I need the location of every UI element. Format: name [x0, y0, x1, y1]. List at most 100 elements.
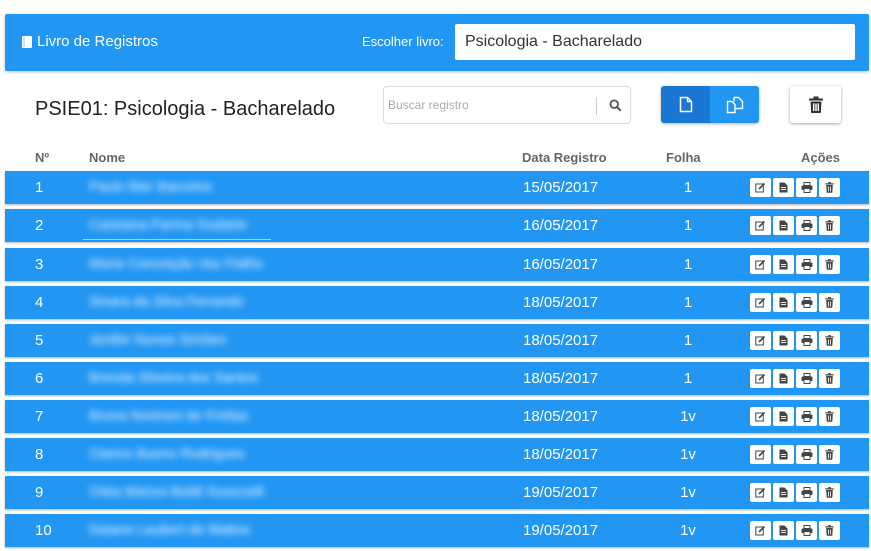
table-row[interactable]: 9 Cleia Mariza Boldt Guazzelli 19/05/201…	[5, 476, 869, 509]
print-button[interactable]	[796, 483, 817, 502]
document-button[interactable]	[773, 407, 794, 426]
delete-row-button[interactable]	[819, 216, 840, 235]
edit-button[interactable]	[750, 483, 771, 502]
row-number: 3	[35, 256, 44, 273]
table-row[interactable]: 4 Sinara da Silva Ferrando 18/05/2017 1	[5, 286, 869, 319]
row-date: 18/05/2017	[523, 408, 599, 425]
table-row[interactable]: 1 Paulo Bier Barcelos 15/05/2017 1	[5, 171, 869, 204]
edit-button[interactable]	[750, 178, 771, 197]
delete-row-button[interactable]	[819, 255, 840, 274]
column-folha[interactable]: Folha	[666, 150, 701, 165]
row-folha: 1	[683, 370, 693, 387]
file-icon	[679, 96, 692, 113]
document-button[interactable]	[773, 445, 794, 464]
delete-row-button[interactable]	[819, 178, 840, 197]
delete-row-button[interactable]	[819, 483, 840, 502]
delete-button[interactable]	[790, 86, 841, 123]
edit-icon	[755, 487, 766, 498]
edit-button[interactable]	[750, 331, 771, 350]
row-folha: 1	[683, 294, 693, 311]
document-button[interactable]	[773, 521, 794, 540]
table-row[interactable]: 3 Maria Conceição Vaz Fialho 16/05/2017 …	[5, 248, 869, 281]
delete-row-button[interactable]	[819, 331, 840, 350]
print-icon	[801, 335, 813, 346]
row-actions	[750, 407, 840, 426]
print-button[interactable]	[796, 445, 817, 464]
brand[interactable]: Livro de Registros	[21, 33, 158, 50]
table-row[interactable]: 8 Clarice Bueno Rodrigues 18/05/2017 1v	[5, 438, 869, 471]
print-icon	[801, 487, 813, 498]
edit-button[interactable]	[750, 407, 771, 426]
row-date: 15/05/2017	[523, 179, 599, 196]
book-select[interactable]: Psicologia - Bacharelado	[455, 24, 855, 60]
delete-row-button[interactable]	[819, 445, 840, 464]
document-button[interactable]	[773, 293, 794, 312]
search-box	[383, 86, 631, 124]
row-name: Maria Conceição Vaz Fialho	[89, 255, 264, 271]
document-icon	[779, 297, 788, 308]
print-button[interactable]	[796, 216, 817, 235]
edit-button[interactable]	[750, 216, 771, 235]
document-icon	[779, 335, 788, 346]
row-folha: 1	[683, 217, 693, 234]
edit-button[interactable]	[750, 293, 771, 312]
print-button[interactable]	[796, 407, 817, 426]
trash-icon	[825, 335, 834, 346]
print-button[interactable]	[796, 331, 817, 350]
print-button[interactable]	[796, 369, 817, 388]
view-single-button[interactable]	[661, 86, 710, 123]
print-icon	[801, 182, 813, 193]
edit-button[interactable]	[750, 521, 771, 540]
print-icon	[801, 297, 813, 308]
edit-button[interactable]	[750, 445, 771, 464]
print-icon	[801, 411, 813, 422]
document-button[interactable]	[773, 369, 794, 388]
print-button[interactable]	[796, 521, 817, 540]
trash-icon	[825, 411, 834, 422]
delete-row-button[interactable]	[819, 407, 840, 426]
edit-icon	[755, 220, 766, 231]
edit-icon	[755, 259, 766, 270]
table-header: Nº Nome Data Registro Folha Ações	[0, 150, 871, 168]
row-name: Daiane Laubert de Mattos	[89, 521, 251, 537]
document-button[interactable]	[773, 216, 794, 235]
search-button[interactable]	[600, 87, 630, 123]
search-input[interactable]	[386, 88, 592, 122]
document-icon	[779, 449, 788, 460]
document-button[interactable]	[773, 483, 794, 502]
trash-icon	[825, 297, 834, 308]
delete-row-button[interactable]	[819, 369, 840, 388]
edit-icon	[755, 297, 766, 308]
delete-row-button[interactable]	[819, 293, 840, 312]
print-button[interactable]	[796, 293, 817, 312]
row-name: Paulo Bier Barcelos	[89, 178, 212, 194]
column-name[interactable]: Nome	[89, 150, 125, 165]
delete-row-button[interactable]	[819, 521, 840, 540]
copy-icon	[726, 96, 743, 113]
table-row[interactable]: 7 Bruna Nostrani de Freitas 18/05/2017 1…	[5, 400, 869, 433]
edit-button[interactable]	[750, 369, 771, 388]
table-row[interactable]: 5 Jenifer Nunes Simões 18/05/2017 1	[5, 324, 869, 357]
page-title: PSIE01: Psicologia - Bacharelado	[35, 98, 336, 120]
brand-title: Livro de Registros	[37, 33, 158, 50]
row-actions	[750, 521, 840, 540]
table-row[interactable]: 10 Daiane Laubert de Mattos 19/05/2017 1…	[5, 514, 869, 547]
row-date: 18/05/2017	[523, 294, 599, 311]
document-button[interactable]	[773, 255, 794, 274]
table-row[interactable]: 2 Cassiana Parma Godarte 16/05/2017 1	[5, 209, 869, 242]
column-date[interactable]: Data Registro	[522, 150, 607, 165]
document-icon	[779, 373, 788, 384]
document-icon	[779, 525, 788, 536]
document-button[interactable]	[773, 331, 794, 350]
view-multi-button[interactable]	[710, 86, 759, 123]
document-icon	[779, 259, 788, 270]
document-button[interactable]	[773, 178, 794, 197]
column-number[interactable]: Nº	[35, 150, 49, 165]
edit-button[interactable]	[750, 255, 771, 274]
row-name: Sinara da Silva Ferrando	[89, 293, 244, 309]
row-name: Jenifer Nunes Simões	[89, 331, 226, 347]
edit-icon	[755, 449, 766, 460]
table-row[interactable]: 6 Brenda Silveira dos Santos 18/05/2017 …	[5, 362, 869, 395]
print-button[interactable]	[796, 178, 817, 197]
print-button[interactable]	[796, 255, 817, 274]
